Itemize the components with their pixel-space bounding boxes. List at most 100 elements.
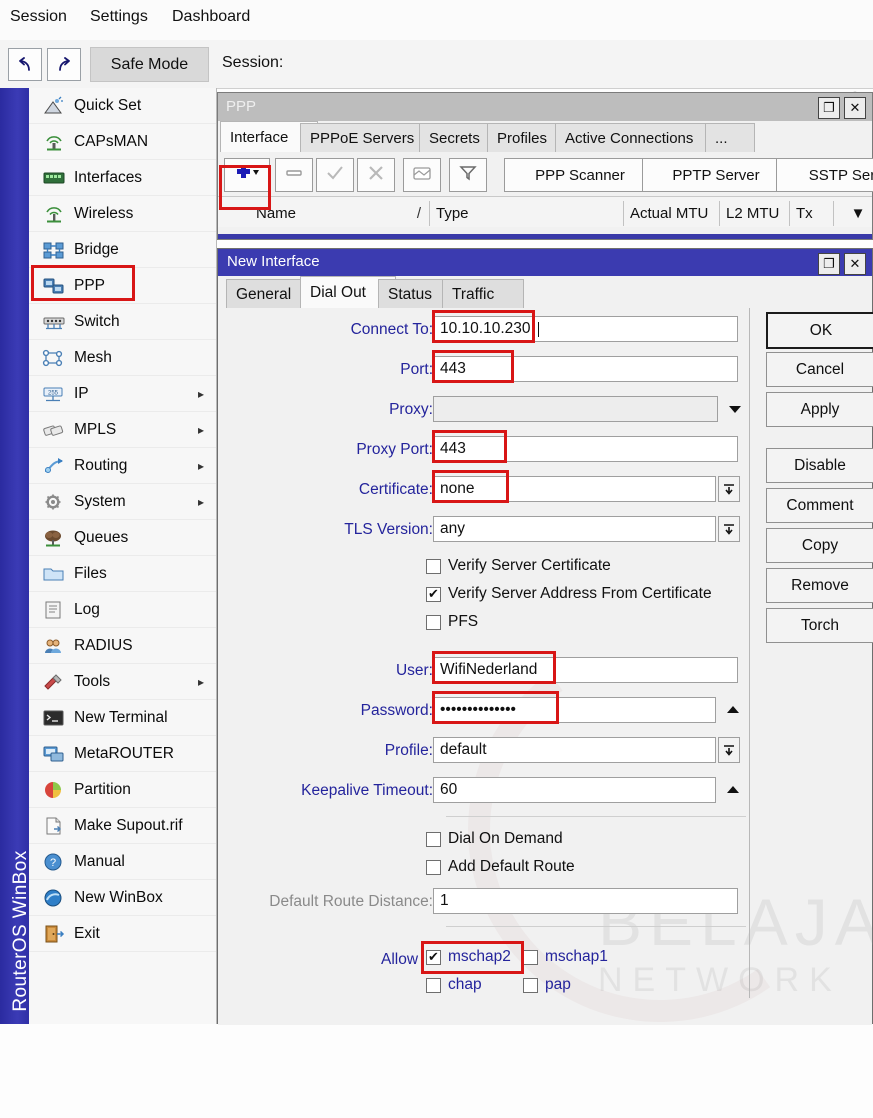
port-input[interactable]: 443 [433, 356, 738, 382]
ppp-tab-active-connections[interactable]: Active Connections [555, 123, 723, 153]
sidebar-item-files[interactable]: Files [29, 556, 216, 592]
ppp-tab-pppoe-servers[interactable]: PPPoE Servers [300, 123, 437, 153]
ppp-button-pptp-server[interactable]: PPTP Server [642, 158, 790, 192]
checkbox-allow-chap[interactable]: chap [426, 976, 482, 994]
sidebar-item-wireless[interactable]: Wireless [29, 196, 216, 232]
checkbox-box[interactable] [523, 977, 538, 993]
sidebar-item-system[interactable]: System ▸ [29, 484, 216, 520]
checkbox-box[interactable] [426, 977, 441, 993]
sidebar-item-partition[interactable]: Partition [29, 772, 216, 808]
ppp-enable-button[interactable] [316, 158, 354, 192]
sidebar-item-ip[interactable]: 255 IP ▸ [29, 376, 216, 412]
dialog-comment-button[interactable]: Comment [766, 488, 873, 523]
checkbox-box[interactable] [426, 558, 441, 574]
ppp-button-ppp-scanner[interactable]: PPP Scanner [504, 158, 656, 192]
ppp-disable-button[interactable] [357, 158, 395, 192]
keepalive-timeout-input[interactable]: 60 [433, 777, 716, 803]
proxy-chevron-down-icon[interactable] [726, 402, 744, 416]
menubar-item-settings[interactable]: Settings [90, 8, 148, 26]
dialog-disable-button[interactable]: Disable [766, 448, 873, 483]
checkbox-allow-mschap2[interactable]: ✔ mschap2 [426, 948, 511, 966]
password-chevron-up-icon[interactable] [724, 703, 742, 717]
column-options-icon[interactable]: ▼ [842, 201, 868, 226]
menubar-item-dashboard[interactable]: Dashboard [172, 8, 250, 26]
sidebar-item-quick-set[interactable]: Quick Set [29, 88, 216, 124]
sidebar-item-radius[interactable]: RADIUS [29, 628, 216, 664]
sidebar-item-make-supout-rif[interactable]: Make Supout.rif [29, 808, 216, 844]
checkbox-box[interactable] [426, 859, 441, 875]
menubar-item-session[interactable]: Session [10, 8, 67, 26]
checkbox-allow-mschap1[interactable]: mschap1 [523, 948, 608, 966]
checkbox-pfs[interactable]: PFS [426, 613, 478, 631]
dialog-close-button[interactable]: ✕ [844, 253, 866, 275]
checkbox-dial-on-demand[interactable]: Dial On Demand [426, 830, 563, 848]
sidebar-item-ppp[interactable]: PPP [29, 268, 216, 304]
dialog-restore-button[interactable]: ❐ [818, 253, 840, 275]
sidebar-item-routing[interactable]: Routing ▸ [29, 448, 216, 484]
dialog-copy-button[interactable]: Copy [766, 528, 873, 563]
dialog-apply-button[interactable]: Apply [766, 392, 873, 427]
sidebar-item-interfaces[interactable]: Interfaces [29, 160, 216, 196]
checkbox-box[interactable] [523, 949, 538, 965]
ppp-button-sstp-ser[interactable]: SSTP Ser [776, 158, 873, 192]
checkbox-box[interactable] [426, 614, 441, 630]
ppp-restore-button[interactable]: ❐ [818, 97, 840, 119]
sidebar-item-tools[interactable]: Tools ▸ [29, 664, 216, 700]
dialog-tab-traffic[interactable]: Traffic [442, 279, 524, 309]
ppp-close-button[interactable]: ✕ [844, 97, 866, 119]
checkbox-allow-pap[interactable]: pap [523, 976, 571, 994]
section-divider-routes [446, 816, 746, 817]
certificate-dropdown-button[interactable] [718, 476, 740, 502]
sidebar-item-log[interactable]: Log [29, 592, 216, 628]
user-input[interactable]: WifiNederland [433, 657, 738, 683]
dialog-cancel-button[interactable]: Cancel [766, 352, 873, 387]
ppp-add-button[interactable] [224, 158, 270, 192]
safe-mode-button[interactable]: Safe Mode [90, 47, 209, 82]
sidebar-item-mesh[interactable]: Mesh [29, 340, 216, 376]
ppp-column-actual-mtu[interactable]: Actual MTU [624, 201, 720, 226]
checkbox-verify-server-certificate[interactable]: Verify Server Certificate [426, 557, 611, 575]
connect-to-input[interactable]: 10.10.10.230 [433, 316, 738, 342]
redo-icon[interactable] [47, 48, 81, 81]
sidebar-item-queues[interactable]: Queues [29, 520, 216, 556]
ppp-filter-button[interactable] [449, 158, 487, 192]
tls-version-input[interactable]: any [433, 516, 716, 542]
certificate-input[interactable]: none [433, 476, 716, 502]
sidebar-item-exit[interactable]: Exit [29, 916, 216, 952]
checkbox-box[interactable]: ✔ [426, 586, 441, 602]
folder-icon [41, 563, 67, 585]
checkbox-box[interactable] [426, 831, 441, 847]
sidebar-item-manual[interactable]: ? Manual [29, 844, 216, 880]
tls-version-value: any [440, 520, 465, 537]
checkbox-verify-server-address-from-certificate[interactable]: ✔ Verify Server Address From Certificate [426, 585, 712, 603]
ppp-column-type[interactable]: Type [430, 201, 624, 226]
checkbox-add-default-route[interactable]: Add Default Route [426, 858, 575, 876]
ppp-column-l2-mtu[interactable]: L2 MTU [720, 201, 790, 226]
dialog-remove-button[interactable]: Remove [766, 568, 873, 603]
sidebar-item-bridge[interactable]: Bridge [29, 232, 216, 268]
ppp-tab-[interactable]: ... [705, 123, 755, 153]
sidebar-item-new-terminal[interactable]: New Terminal [29, 700, 216, 736]
sidebar-item-switch[interactable]: Switch [29, 304, 216, 340]
ppp-column-tx[interactable]: Tx [790, 201, 834, 226]
ppp-column-name[interactable]: Name / [250, 201, 430, 226]
password-input[interactable]: •••••••••••••• [433, 697, 716, 723]
field-row-proxy-port: Proxy Port: 443 [218, 436, 749, 466]
keepalive-timeout-chevron-up-icon[interactable] [724, 783, 742, 797]
proxy-port-input[interactable]: 443 [433, 436, 738, 462]
dialog-ok-button[interactable]: OK [766, 312, 873, 349]
dialog-torch-button[interactable]: Torch [766, 608, 873, 643]
profile-input[interactable]: default [433, 737, 716, 763]
sidebar-item-mpls[interactable]: MPLS ▸ [29, 412, 216, 448]
sidebar-item-new-winbox[interactable]: New WinBox [29, 880, 216, 916]
default-route-distance-input[interactable]: 1 [433, 888, 738, 914]
sidebar-item-capsman[interactable]: CAPsMAN [29, 124, 216, 160]
undo-icon[interactable] [8, 48, 42, 81]
profile-dropdown-button[interactable] [718, 737, 740, 763]
ppp-remove-button[interactable] [275, 158, 313, 192]
tls-version-dropdown-button[interactable] [718, 516, 740, 542]
ppp-comment-button[interactable] [403, 158, 441, 192]
sidebar-item-metarouter[interactable]: MetaROUTER [29, 736, 216, 772]
proxy-input[interactable] [433, 396, 718, 422]
checkbox-box[interactable]: ✔ [426, 949, 441, 965]
